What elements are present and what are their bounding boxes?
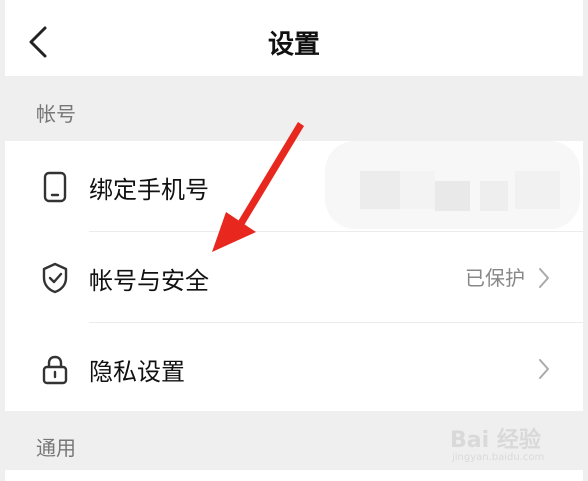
account-security-status: 已保护 [465,266,525,290]
general-settings-card [5,470,583,481]
chevron-right-icon [539,359,549,379]
baidu-watermark: Bai 经验 jingyan.baidu.com [450,418,570,468]
phone-icon [43,171,67,203]
account-security-label: 帐号与安全 [89,267,209,295]
watermark-logo: Bai 经验 [450,428,541,453]
settings-screen: 设置 帐号 绑定手机号 帐号与安全 已保护 隐私设置 通用 Bai 经验 jin… [0,0,588,481]
top-bar: 设置 [5,0,583,76]
privacy-settings-label: 隐私设置 [89,358,185,386]
section-label-general: 通用 [36,436,76,460]
privacy-settings-row[interactable]: 隐私设置 [5,323,583,413]
lock-icon [42,355,68,385]
section-label-account: 帐号 [36,102,76,126]
chevron-right-icon [539,268,549,288]
bind-phone-label: 绑定手机号 [89,176,209,204]
red-arrow-annotation [212,122,304,252]
shield-check-icon [42,262,68,294]
watermark-url: jingyan.baidu.com [452,452,545,463]
page-title: 设置 [267,30,320,60]
